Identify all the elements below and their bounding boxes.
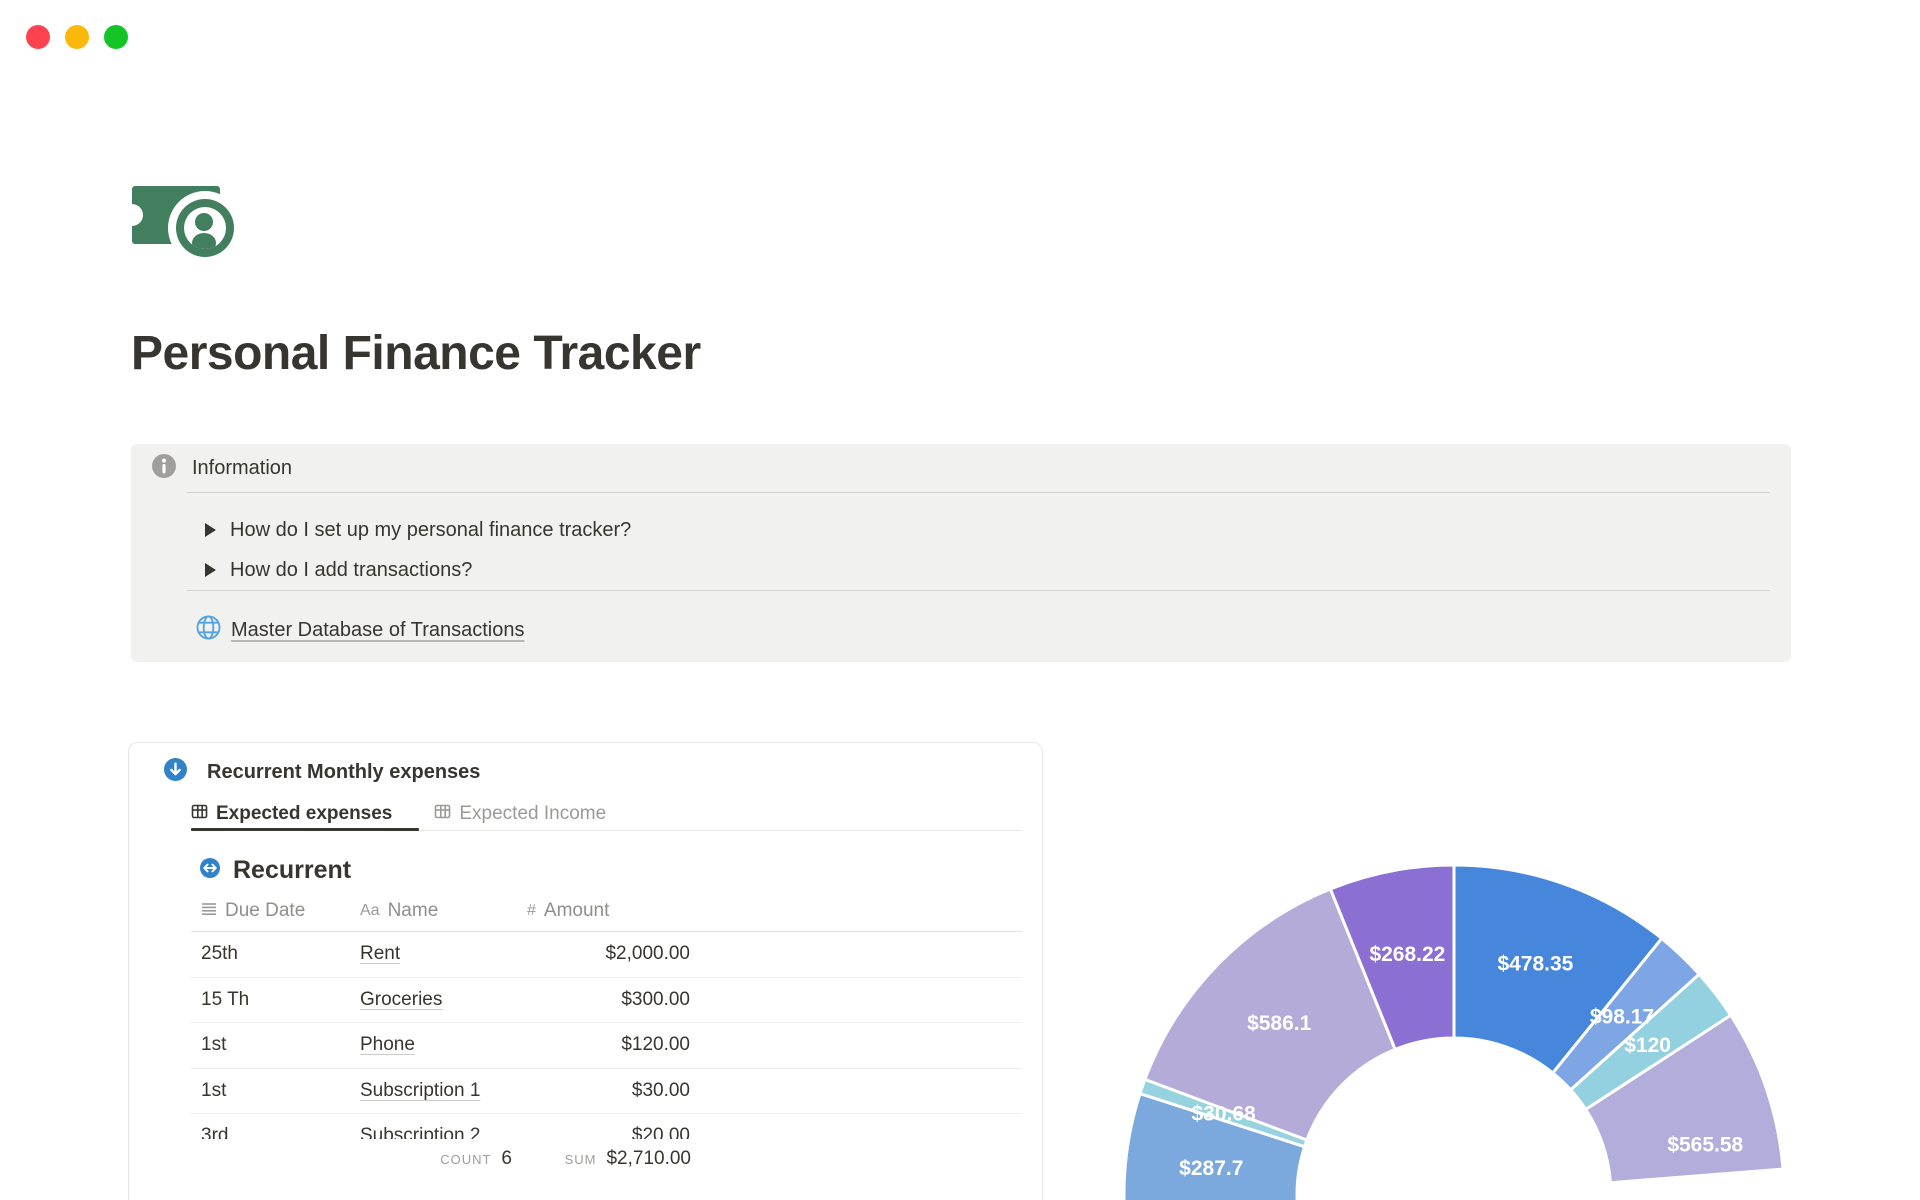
master-database-link[interactable]: Master Database of Transactions bbox=[231, 619, 524, 642]
toggle-arrow-icon[interactable] bbox=[205, 523, 216, 537]
expenses-donut-chart: $287.7 $30.68 $586.1 $268.22 $478.35 $98.17 $1… bbox=[1074, 860, 1834, 1200]
row-name-link[interactable]: Phone bbox=[360, 1023, 415, 1067]
zoom-button[interactable] bbox=[104, 25, 128, 49]
information-callout: Information How do I set up my personal … bbox=[131, 444, 1791, 662]
notion-window: Personal Finance Tracker Information How… bbox=[0, 0, 1920, 1200]
count-aggregate[interactable]: COUNT 6 bbox=[330, 1148, 512, 1176]
column-header-amount[interactable]: # Amount bbox=[527, 891, 609, 931]
row-amount[interactable]: $120.00 bbox=[490, 1023, 690, 1067]
text-icon: Aa bbox=[360, 902, 380, 919]
number-icon: # bbox=[527, 902, 536, 919]
expenses-table: Due Date Aa Name # Amount 25th Rent $2,0… bbox=[191, 891, 1022, 1160]
view-tabs: Expected expenses Expected Income bbox=[191, 797, 606, 831]
table-body: 25th Rent $2,000.00 15 Th Groceries $300… bbox=[191, 932, 1022, 1160]
table-title[interactable]: Recurrent bbox=[233, 856, 351, 885]
divider bbox=[187, 590, 1770, 591]
recurrent-expenses-card: Recurrent Monthly expenses Expected expe… bbox=[128, 742, 1043, 1200]
donut-segment-label: $268.22 bbox=[1369, 943, 1445, 966]
donut-segment-label: $586.1 bbox=[1247, 1012, 1312, 1035]
sum-aggregate[interactable]: SUM $2,710.00 bbox=[532, 1148, 691, 1176]
row-amount[interactable]: $300.00 bbox=[490, 978, 690, 1022]
close-button[interactable] bbox=[26, 25, 50, 49]
tab-expected-income[interactable]: Expected Income bbox=[434, 797, 606, 831]
globe-icon bbox=[195, 614, 222, 646]
master-database-link-row: Master Database of Transactions bbox=[195, 614, 524, 646]
column-header-due-date[interactable]: Due Date bbox=[201, 891, 305, 931]
table-row[interactable]: 1st Subscription 1 $30.00 bbox=[191, 1069, 1022, 1114]
row-due-date[interactable]: 15 Th bbox=[201, 978, 249, 1022]
info-icon bbox=[151, 453, 177, 484]
toggle-setup-question[interactable]: How do I set up my personal finance trac… bbox=[205, 515, 631, 545]
row-name-link[interactable]: Rent bbox=[360, 932, 400, 976]
donut-segment-label: $478.35 bbox=[1497, 953, 1573, 976]
donut-segment-label: $120 bbox=[1624, 1034, 1671, 1057]
table-row[interactable]: 15 Th Groceries $300.00 bbox=[191, 978, 1022, 1023]
column-header-name[interactable]: Aa Name bbox=[360, 891, 438, 931]
row-due-date[interactable]: 1st bbox=[201, 1023, 226, 1067]
row-due-date[interactable]: 1st bbox=[201, 1069, 226, 1113]
toggle-add-transactions-question[interactable]: How do I add transactions? bbox=[205, 555, 472, 585]
toggle-arrow-icon[interactable] bbox=[205, 563, 216, 577]
donut-segment-label: $287.7 bbox=[1179, 1157, 1243, 1180]
row-name-link[interactable]: Subscription 1 bbox=[360, 1069, 480, 1113]
donut-segment-label: $30.68 bbox=[1191, 1102, 1256, 1125]
page-icon-money-icon[interactable] bbox=[121, 180, 242, 266]
table-view-icon bbox=[191, 803, 208, 826]
table-row[interactable]: 1st Phone $120.00 bbox=[191, 1023, 1022, 1069]
tab-expected-expenses[interactable]: Expected expenses bbox=[191, 797, 392, 831]
page-title[interactable]: Personal Finance Tracker bbox=[131, 326, 701, 381]
list-icon bbox=[201, 901, 217, 922]
row-name-link[interactable]: Groceries bbox=[360, 978, 442, 1022]
row-amount[interactable]: $30.00 bbox=[490, 1069, 690, 1113]
window-controls bbox=[26, 25, 128, 49]
table-row[interactable]: 25th Rent $2,000.00 bbox=[191, 932, 1022, 978]
table-header-row: Due Date Aa Name # Amount bbox=[191, 891, 1022, 932]
table-view-icon bbox=[434, 803, 451, 826]
left-right-arrow-circle-icon bbox=[200, 857, 220, 883]
down-arrow-circle-icon bbox=[164, 758, 187, 786]
donut-segment-label: $98.17 bbox=[1590, 1006, 1654, 1029]
row-amount[interactable]: $2,000.00 bbox=[490, 932, 690, 976]
active-tab-underline bbox=[191, 828, 419, 831]
table-footer: COUNT 6 SUM $2,710.00 bbox=[130, 1139, 1041, 1200]
divider bbox=[187, 492, 1770, 493]
donut-segment-label: $565.58 bbox=[1667, 1134, 1743, 1157]
row-due-date[interactable]: 25th bbox=[201, 932, 238, 976]
card-title: Recurrent Monthly expenses bbox=[207, 760, 481, 783]
minimize-button[interactable] bbox=[65, 25, 89, 49]
callout-title: Information bbox=[192, 456, 293, 479]
